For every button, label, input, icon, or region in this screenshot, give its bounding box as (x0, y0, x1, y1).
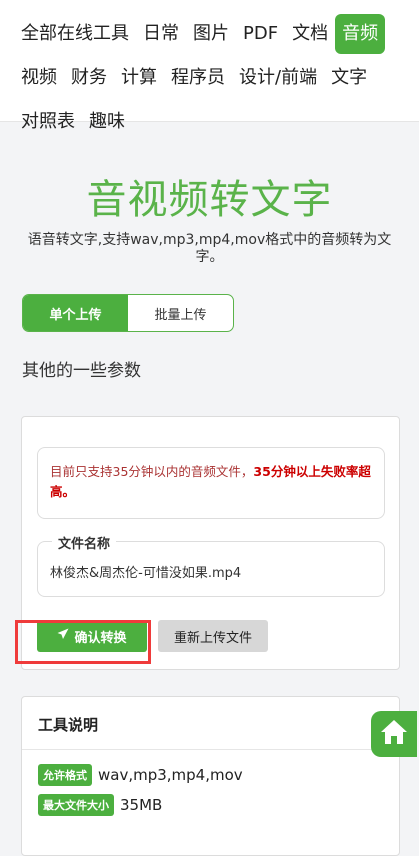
file-name-value: 林俊杰&周杰伦-可惜没如果.mp4 (50, 566, 242, 581)
params-section-label: 其他的一些参数 (22, 361, 141, 381)
file-name-field[interactable]: 文件名称 林俊杰&周杰伦-可惜没如果.mp4 (37, 533, 385, 597)
allowed-formats-value: wav,mp3,mp4,mov (98, 766, 243, 784)
nav-item-pdf[interactable]: PDF (236, 14, 285, 54)
tab-single-upload[interactable]: 单个上传 (23, 295, 128, 331)
nav-item-document[interactable]: 文档 (285, 14, 335, 54)
nav-item-audio[interactable]: 音频 (335, 14, 386, 54)
page-subtitle: 语音转文字,支持wav,mp3,mp4,mov格式中的音频转为文字。 (27, 232, 392, 265)
duration-notice: 目前只支持35分钟以内的音频文件，35分钟以上失败率超高。 (37, 447, 385, 519)
nav-list: 全部在线工具 日常 图片 PDF 文档 音频 视频 财务 计算 程序员 设计/前… (14, 14, 405, 142)
nav-item-reference-table[interactable]: 对照表 (14, 102, 82, 142)
nav-item-finance[interactable]: 财务 (64, 58, 114, 98)
tool-description-title: 工具说明 (22, 697, 399, 750)
max-file-size-value: 35MB (120, 796, 163, 814)
max-file-size-row: 最大文件大小 35MB (38, 794, 399, 816)
max-file-size-tag: 最大文件大小 (38, 794, 114, 816)
nav-item-daily[interactable]: 日常 (136, 14, 186, 54)
nav-item-video[interactable]: 视频 (14, 58, 64, 98)
nav-item-fun[interactable]: 趣味 (82, 102, 132, 142)
tab-batch-upload[interactable]: 批量上传 (128, 295, 233, 331)
home-icon (379, 718, 409, 750)
tool-description-card: 工具说明 允许格式 wav,mp3,mp4,mov 最大文件大小 35MB (21, 696, 400, 856)
reupload-button[interactable]: 重新上传文件 (158, 620, 268, 652)
file-name-legend: 文件名称 (52, 533, 117, 552)
nav-item-all-tools[interactable]: 全部在线工具 (14, 14, 136, 54)
allowed-formats-row: 允许格式 wav,mp3,mp4,mov (38, 764, 399, 786)
nav-item-design-frontend[interactable]: 设计/前端 (232, 58, 324, 98)
nav-item-calculate[interactable]: 计算 (114, 58, 164, 98)
upload-mode-tabs: 单个上传 批量上传 (22, 294, 234, 332)
home-button[interactable] (371, 711, 417, 757)
notice-text: 目前只支持35分钟以内的音频文件， (50, 464, 254, 479)
nav-item-text[interactable]: 文字 (324, 58, 374, 98)
highlight-box (15, 620, 151, 664)
nav-item-image[interactable]: 图片 (186, 14, 236, 54)
nav-item-programmer[interactable]: 程序员 (164, 58, 232, 98)
allowed-formats-tag: 允许格式 (38, 764, 92, 786)
page-title: 音视频转文字 (86, 177, 333, 223)
top-navigation: 全部在线工具 日常 图片 PDF 文档 音频 视频 财务 计算 程序员 设计/前… (0, 0, 419, 132)
